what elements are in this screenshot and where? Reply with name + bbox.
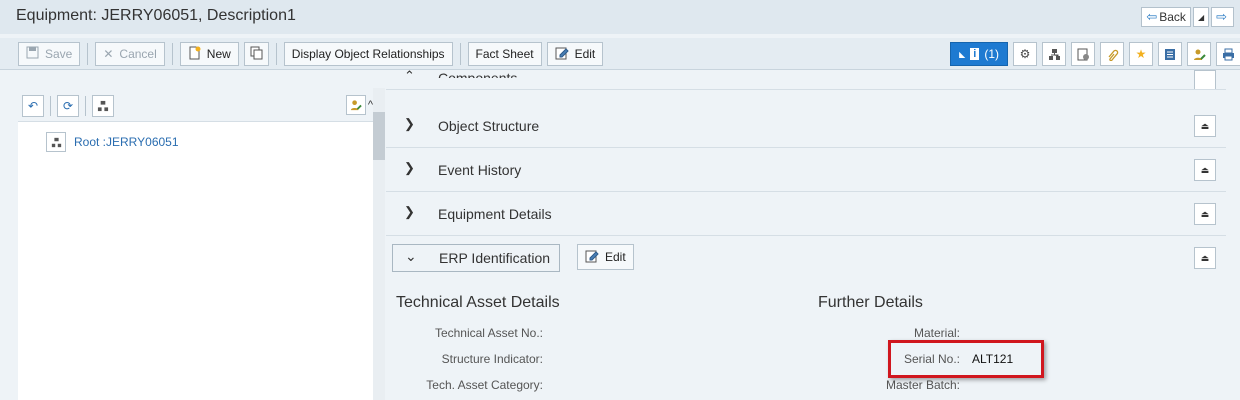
- chevron-right-icon: ❯: [404, 116, 415, 131]
- toolbar-divider: [50, 96, 51, 116]
- section-label: Equipment Details: [438, 206, 552, 222]
- refresh-icon[interactable]: ⟳: [57, 95, 79, 117]
- section-label: ERP Identification: [439, 250, 551, 266]
- eject-icon[interactable]: ⏏: [1194, 159, 1216, 181]
- eject-icon[interactable]: ⏏: [1194, 115, 1216, 137]
- section-equipment-details[interactable]: ❯ Equipment Details ⏏: [386, 192, 1226, 236]
- back-label: Back: [1159, 10, 1186, 24]
- tree-panel: ↶ ⟳ ^ Root :JERRY06051: [18, 88, 373, 400]
- hierarchy-icon[interactable]: [92, 95, 114, 117]
- edit-pencil-icon: [585, 249, 599, 266]
- dropdown-icon: ◢: [1197, 12, 1205, 22]
- nav-buttons: ⇦ Back ◢ ⇨: [1141, 7, 1234, 27]
- technical-asset-no-label: Technical Asset No.:: [434, 326, 543, 340]
- cancel-button[interactable]: ✕ Cancel: [95, 42, 165, 66]
- back-arrow-icon: ⇦: [1146, 9, 1158, 24]
- chevron-down-icon: ⌄: [405, 248, 417, 264]
- further-details-heading: Further Details: [818, 294, 923, 311]
- erp-details-content: Technical Asset Details Further Details …: [386, 282, 1240, 400]
- save-icon: [26, 46, 39, 62]
- details-panel: ⌃ Components ❯ Object Structure ⏏ ❯ Even…: [386, 68, 1240, 400]
- page-title: Equipment: JERRY06051, Description1: [16, 7, 296, 24]
- section-event-history[interactable]: ❯ Event History ⏏: [386, 148, 1226, 192]
- cancel-label: Cancel: [119, 47, 157, 61]
- copy-button[interactable]: [243, 42, 269, 66]
- erp-identification-toggle[interactable]: ⌄ ERP Identification: [392, 244, 560, 272]
- save-button[interactable]: Save: [18, 42, 81, 66]
- chevron-right-icon: ❯: [404, 204, 415, 219]
- toolbar-divider: [275, 43, 277, 65]
- back-dropdown-button[interactable]: ◢: [1192, 7, 1210, 27]
- material-label: Material:: [913, 326, 960, 340]
- save-label: Save: [45, 47, 73, 61]
- technical-asset-details-heading: Technical Asset Details: [396, 294, 560, 311]
- scrollbar-thumb[interactable]: [373, 112, 385, 160]
- tree-node-label[interactable]: Root :JERRY06051: [74, 135, 179, 149]
- undo-icon[interactable]: ↶: [22, 95, 44, 117]
- copy-icon: [250, 46, 263, 63]
- structure-indicator-label: Structure Indicator:: [441, 352, 543, 366]
- section-components[interactable]: ⌃ Components: [386, 44, 1226, 90]
- tech-asset-category-label: Tech. Asset Category:: [426, 378, 543, 392]
- eject-icon[interactable]: ⏏: [1194, 203, 1216, 225]
- user-settings-icon[interactable]: [345, 95, 366, 115]
- cancel-icon: ✕: [103, 47, 114, 61]
- chevron-up-icon: ⌃: [404, 68, 415, 83]
- toolbar-divider: [85, 96, 86, 116]
- tree-scrollbar[interactable]: [373, 88, 385, 400]
- forward-button[interactable]: ⇨: [1211, 7, 1234, 27]
- edit-label: Edit: [605, 250, 626, 264]
- new-button[interactable]: New: [179, 42, 239, 66]
- hierarchy-icon: [46, 132, 66, 152]
- collapse-button[interactable]: [1194, 70, 1216, 89]
- chevron-right-icon: ❯: [404, 160, 415, 175]
- tree-toolbar: ↶ ⟳ ^: [18, 88, 373, 122]
- serial-number-highlight-box: [888, 340, 1044, 378]
- back-button[interactable]: ⇦ Back: [1141, 7, 1191, 27]
- section-object-structure[interactable]: ❯ Object Structure ⏏: [386, 104, 1226, 148]
- title-bar: Equipment: JERRY06051, Description1 ⇦ Ba…: [0, 0, 1240, 34]
- erp-edit-button[interactable]: Edit: [577, 244, 634, 270]
- master-batch-label: Master Batch:: [885, 378, 960, 392]
- section-label: Object Structure: [438, 118, 540, 134]
- section-label: Event History: [438, 162, 522, 178]
- toolbar-divider: [87, 43, 89, 65]
- toolbar-divider: [171, 43, 173, 65]
- forward-arrow-icon: ⇨: [1216, 9, 1227, 24]
- new-document-icon: [188, 46, 201, 63]
- tree-node-root[interactable]: Root :JERRY06051: [46, 132, 179, 152]
- section-label: Components: [438, 70, 518, 86]
- new-label: New: [206, 47, 231, 61]
- eject-icon[interactable]: ⏏: [1194, 247, 1216, 269]
